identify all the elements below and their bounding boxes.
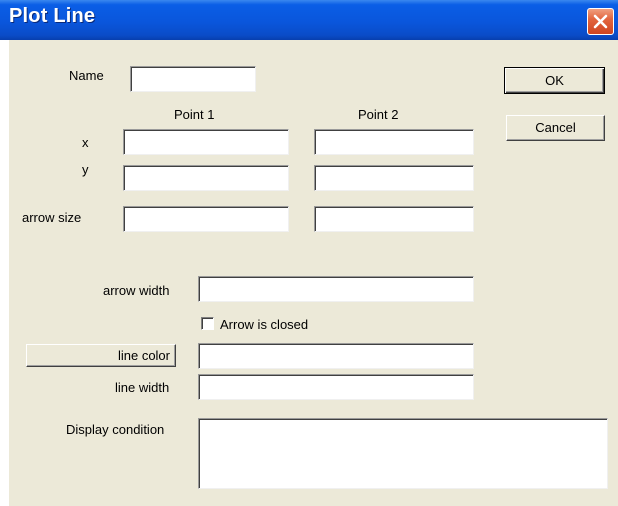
point2-arrow-size-input[interactable] xyxy=(314,206,474,232)
point1-x-input[interactable] xyxy=(123,129,289,155)
ok-button[interactable]: OK xyxy=(504,67,605,94)
arrow-closed-checkbox[interactable] xyxy=(201,317,214,330)
dialog-body: Name OK Cancel Point 1 Point 2 x y arrow… xyxy=(9,40,618,506)
point1-header: Point 1 xyxy=(174,107,215,122)
name-label: Name xyxy=(69,68,104,83)
display-condition-textarea[interactable] xyxy=(198,418,608,489)
line-width-label: line width xyxy=(115,380,170,395)
y-label: y xyxy=(82,162,89,177)
point1-arrow-size-input[interactable] xyxy=(123,206,289,232)
window-title: Plot Line xyxy=(9,5,96,27)
name-input[interactable] xyxy=(130,66,256,92)
line-color-button[interactable]: line color xyxy=(26,344,176,367)
point2-x-input[interactable] xyxy=(314,129,474,155)
close-icon xyxy=(593,14,608,29)
display-condition-label: Display condition xyxy=(66,422,165,437)
plot-line-dialog: Plot Line Name OK Cancel Point 1 Point 2… xyxy=(0,0,618,506)
x-label: x xyxy=(82,135,89,150)
arrow-width-input[interactable] xyxy=(198,276,474,302)
arrow-closed-label[interactable]: Arrow is closed xyxy=(220,317,308,333)
cancel-button[interactable]: Cancel xyxy=(506,115,605,141)
point2-y-input[interactable] xyxy=(314,165,474,191)
point2-header: Point 2 xyxy=(358,107,399,122)
close-button[interactable] xyxy=(587,8,614,35)
point1-y-input[interactable] xyxy=(123,165,289,191)
line-color-input[interactable] xyxy=(198,343,474,369)
arrow-size-label: arrow size xyxy=(22,210,82,225)
line-width-input[interactable] xyxy=(198,374,474,400)
window-frame-left xyxy=(0,40,9,506)
title-bar[interactable]: Plot Line xyxy=(0,0,618,40)
arrow-width-label: arrow width xyxy=(103,283,170,298)
